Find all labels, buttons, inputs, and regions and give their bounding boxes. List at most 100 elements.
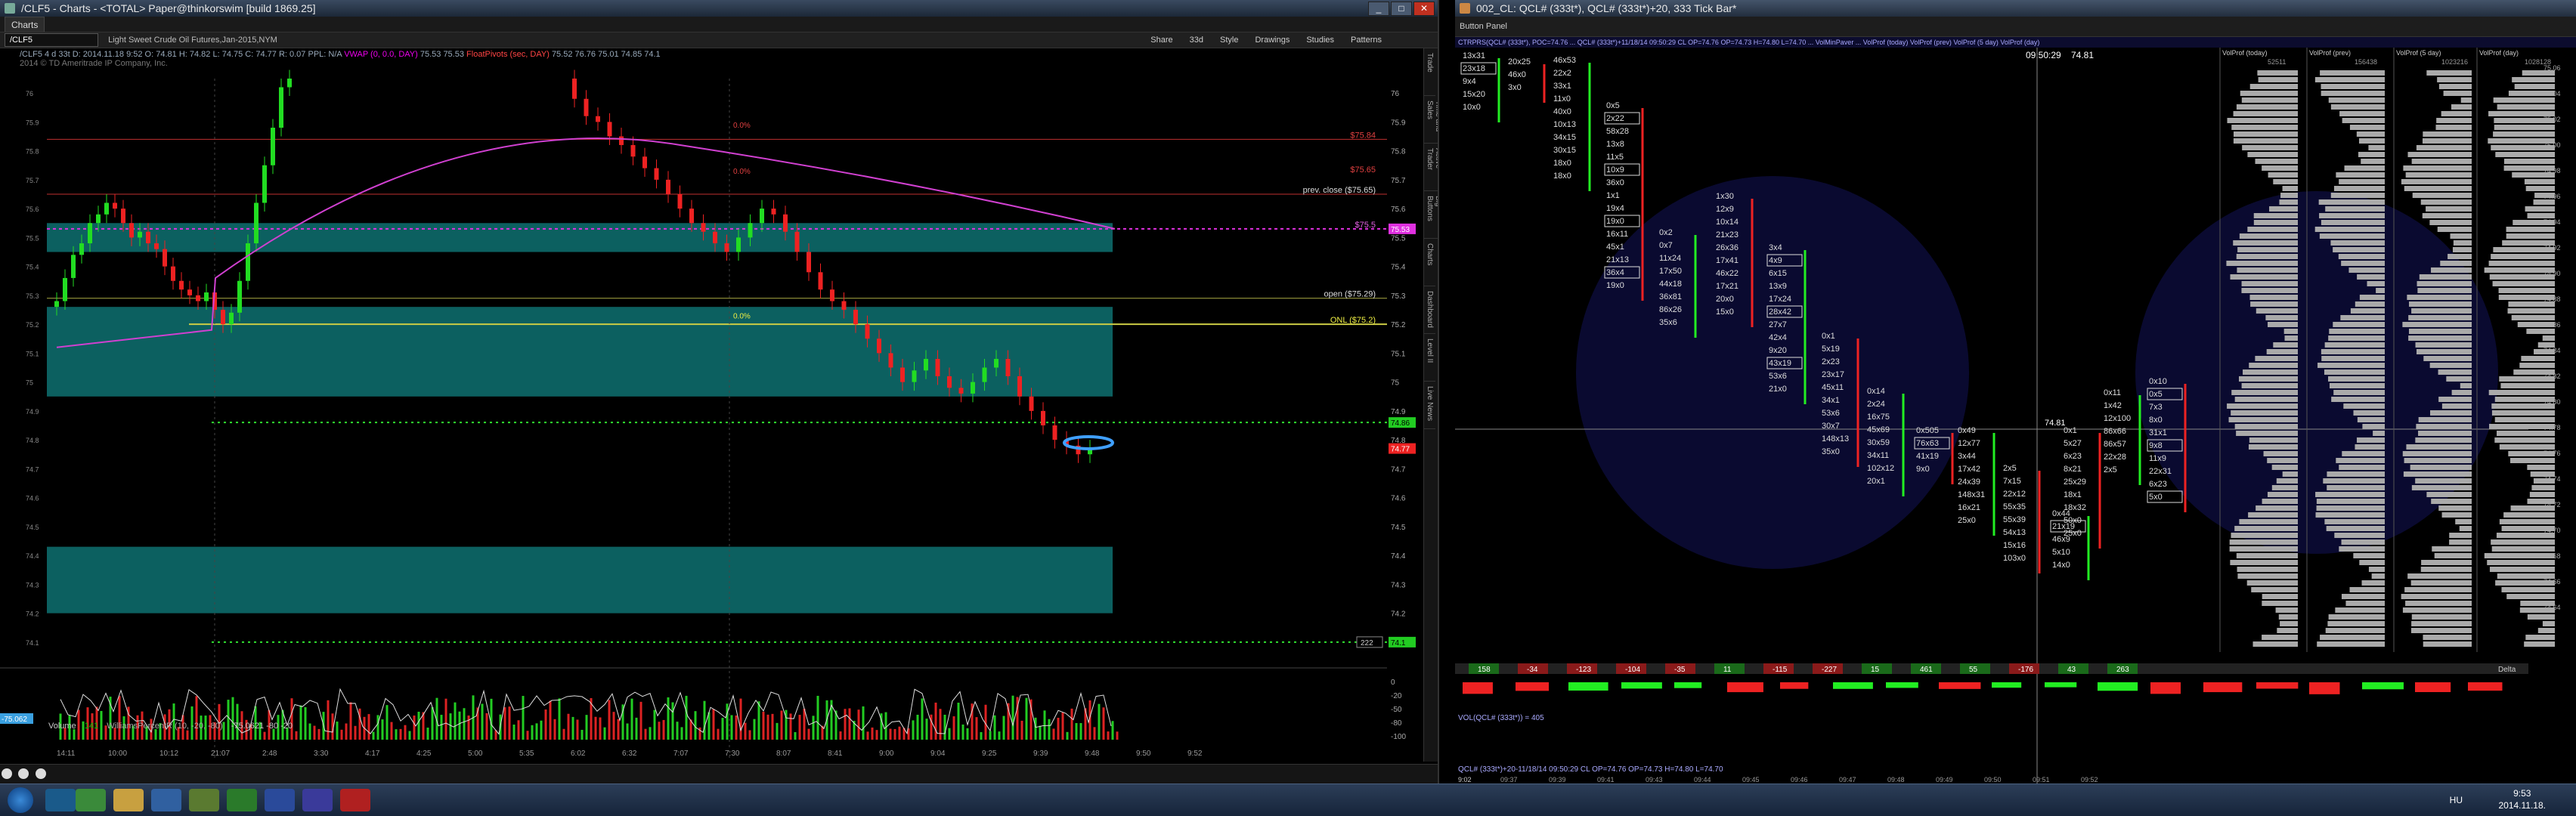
vp-bar bbox=[2284, 335, 2298, 341]
window-titlebar[interactable]: /CLF5 - Charts - <TOTAL> Paper@thinkorsw… bbox=[0, 0, 1438, 17]
chart-canvas[interactable]: prev. close ($75.65) open ($75.29) ONL ($7… bbox=[0, 48, 1421, 762]
side-tab-level-ii[interactable]: Level II bbox=[1424, 334, 1435, 382]
toolbar-drawings-button[interactable]: Drawings bbox=[1252, 32, 1293, 48]
thinkorswim-icon[interactable] bbox=[227, 789, 257, 811]
volume-strip-bar bbox=[1886, 682, 1918, 688]
vp-bar bbox=[2491, 254, 2555, 259]
vp-bar bbox=[2429, 363, 2472, 368]
zone-rect bbox=[47, 223, 1113, 252]
toolbar-patterns-button[interactable]: Patterns bbox=[1348, 32, 1385, 48]
minimize-button[interactable]: _ bbox=[1368, 2, 1389, 16]
footprint-cell: 17x42 bbox=[1958, 465, 1980, 474]
vp-bar bbox=[2241, 281, 2298, 286]
vp-bar bbox=[2349, 125, 2385, 130]
candle-body bbox=[104, 202, 109, 215]
side-tab-live-news[interactable]: Live News bbox=[1424, 382, 1435, 429]
rprice-tick: 74.98 bbox=[2543, 167, 2561, 175]
app-icon-1[interactable] bbox=[189, 789, 219, 811]
vp-bar bbox=[2417, 281, 2472, 286]
side-tab-charts[interactable]: Charts bbox=[1424, 239, 1435, 286]
media-icon[interactable] bbox=[151, 789, 181, 811]
time-tick: 9:52 bbox=[1187, 750, 1203, 758]
vp-bar bbox=[2236, 254, 2298, 259]
vp-bar bbox=[2319, 213, 2385, 218]
candle-body bbox=[924, 359, 928, 371]
price-tick-left: 75.1 bbox=[26, 350, 39, 357]
footprint-cell: 86x57 bbox=[2104, 440, 2126, 449]
zoom-in-icon[interactable] bbox=[18, 768, 29, 779]
time-tick: 6:02 bbox=[571, 750, 586, 758]
button-panel: Button Panel bbox=[1455, 17, 2576, 37]
toolbar-style-button[interactable]: Style bbox=[1217, 32, 1241, 48]
vp-bar bbox=[2426, 492, 2472, 497]
clock[interactable]: 9:53 2014.11.18. bbox=[2498, 787, 2546, 811]
price-tick: 75.1 bbox=[1391, 350, 1406, 358]
zoom-out-icon[interactable] bbox=[2, 768, 12, 779]
vp-bar bbox=[2342, 451, 2385, 456]
chrome-icon[interactable] bbox=[76, 789, 106, 811]
rprice-tick: 74.66 bbox=[2543, 578, 2561, 586]
candle-body bbox=[982, 367, 987, 382]
vp-bar bbox=[2321, 91, 2385, 96]
toolbar-share-button[interactable]: Share bbox=[1147, 32, 1175, 48]
symbol-input[interactable]: /CLF5 bbox=[5, 33, 98, 48]
footprint-cell: 16x75 bbox=[1867, 413, 1890, 422]
vp-bar bbox=[2453, 240, 2472, 246]
language-indicator[interactable]: HU bbox=[2450, 795, 2463, 805]
pivots-label: FloatPivots (sec, DAY) bbox=[466, 50, 550, 59]
footprint-cell: 21x0 bbox=[1769, 385, 1787, 394]
reset-zoom-icon[interactable] bbox=[35, 768, 46, 779]
toolbar-studies-button[interactable]: Studies bbox=[1303, 32, 1337, 48]
tab-charts[interactable]: Charts bbox=[5, 17, 45, 32]
volume-strip-bar bbox=[2309, 682, 2340, 694]
vp-bar bbox=[2455, 519, 2472, 524]
footprint-cell: 27x7 bbox=[1769, 320, 1787, 329]
side-tab-dashboard[interactable]: Dashboard bbox=[1424, 286, 1435, 334]
vp-bar bbox=[2422, 213, 2472, 218]
button-panel-label[interactable]: Button Panel bbox=[1460, 22, 1507, 31]
side-tab-active-trader[interactable]: Active Trader bbox=[1424, 144, 1438, 191]
vp-header: VolProf (prev) bbox=[2309, 49, 2351, 57]
rtime-tick: 09:45 bbox=[1742, 776, 1760, 784]
vp-bar bbox=[2317, 363, 2385, 368]
vp-bar bbox=[2527, 614, 2555, 620]
price-chart[interactable]: prev. close ($75.65) open ($75.29) ONL ($7… bbox=[0, 48, 1438, 762]
close-button[interactable]: ✕ bbox=[1413, 2, 1435, 16]
vp-bar bbox=[2246, 580, 2298, 586]
vp-bar bbox=[2231, 390, 2298, 395]
vp-bar bbox=[2275, 607, 2298, 613]
vp-bar bbox=[2359, 560, 2385, 565]
window-titlebar-right[interactable]: 002_CL: QCL# (333t*), QCL# (333t*)+20, 3… bbox=[1455, 0, 2576, 17]
word-icon[interactable] bbox=[265, 789, 295, 811]
side-tab-trade[interactable]: Trade bbox=[1424, 48, 1435, 96]
vp-bar bbox=[2432, 546, 2472, 552]
volume-label: Volume bbox=[48, 722, 76, 731]
footprint-cell: 148x13 bbox=[1822, 434, 1849, 444]
side-tab-big-buttons[interactable]: Big Buttons bbox=[1424, 191, 1438, 239]
side-tab-time-and-sales[interactable]: Time and Sales bbox=[1424, 96, 1438, 144]
app-icon-2[interactable] bbox=[302, 789, 333, 811]
toolbar-33d-button[interactable]: 33d bbox=[1187, 32, 1206, 48]
vp-bar bbox=[2328, 614, 2385, 620]
r1-label: $75.84 bbox=[1350, 131, 1376, 140]
footprint-cell: 11x0 bbox=[1553, 94, 1571, 104]
footprint-chart[interactable]: 09:50:29 74.81 74.81 13x31 23x18 9x4 15x20 10x0… bbox=[1455, 48, 2576, 784]
time-tick: 9:04 bbox=[930, 750, 946, 758]
folder-icon[interactable] bbox=[113, 789, 144, 811]
candle-body bbox=[607, 122, 612, 137]
footprint-cell: 45x11 bbox=[1822, 383, 1844, 392]
price-tick: 75 bbox=[1391, 379, 1400, 388]
rprice-tick: 74.64 bbox=[2543, 604, 2561, 611]
footprint-cell: 5x19 bbox=[1822, 345, 1840, 354]
vp-bar bbox=[2408, 335, 2472, 341]
candle-body bbox=[221, 310, 225, 325]
ie-icon[interactable] bbox=[45, 789, 76, 811]
maximize-button[interactable]: □ bbox=[1391, 2, 1412, 16]
start-button[interactable] bbox=[8, 787, 33, 813]
candle-body bbox=[79, 243, 84, 255]
app-icon-3[interactable] bbox=[340, 789, 370, 811]
footprint-cell: 11x9 bbox=[2149, 454, 2166, 463]
window-title: /CLF5 - Charts - <TOTAL> Paper@thinkorsw… bbox=[21, 2, 316, 14]
candle-body bbox=[254, 202, 259, 244]
price-tick-left: 75.6 bbox=[26, 206, 39, 213]
